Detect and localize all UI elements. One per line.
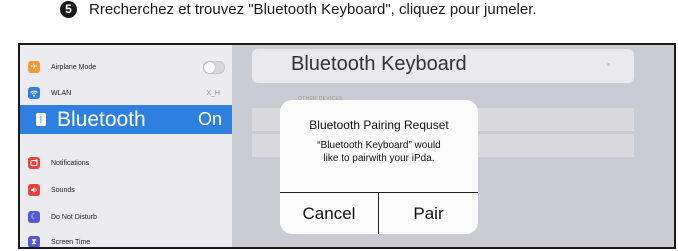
- dialog-title: Bluetooth Pairing Requset: [309, 118, 449, 132]
- dialog-message-line: like to pairwith your iPda.: [323, 153, 435, 164]
- sounds-icon: [28, 184, 40, 196]
- sidebar-item-screen-time[interactable]: ⧗ Screen Time: [20, 233, 232, 247]
- sidebar-item-sounds[interactable]: Sounds: [20, 181, 232, 199]
- dialog-message: “Bluetooth Keyboard” would like to pairw…: [280, 139, 478, 165]
- bluetooth-status-value: On: [197, 109, 222, 129]
- cancel-button[interactable]: Cancel: [280, 193, 378, 234]
- dialog-message-line: “Bluetooth Keyboard” would: [317, 140, 441, 151]
- bluetooth-icon: ᛒ: [36, 113, 46, 126]
- sidebar-item-label: Airplane Mode: [51, 63, 97, 71]
- sidebar-item-airplane-mode[interactable]: ✈ Airplane Mode: [20, 58, 232, 76]
- sidebar-item-notifications[interactable]: Notifications: [20, 154, 232, 172]
- instruction-line: 5 Rrecherchez et trouvez "Bluetooth Keyb…: [60, 0, 537, 21]
- sidebar-item-wlan[interactable]: WLAN X_H: [20, 85, 232, 101]
- instruction-text: Rrecherchez et trouvez "Bluetooth Keyboa…: [89, 0, 537, 18]
- sidebar-item-label: Sounds: [51, 186, 75, 194]
- sidebar-item-label: WLAN: [51, 89, 72, 97]
- sidebar-item-label: Screen Time: [51, 238, 91, 246]
- toggle-knob: [204, 61, 215, 73]
- wifi-icon: [28, 87, 40, 99]
- step-number-badge: 5: [60, 0, 77, 18]
- pair-button[interactable]: Pair: [379, 193, 478, 234]
- sidebar-item-bluetooth[interactable]: ᛒ Bluetooth On: [20, 105, 232, 134]
- settings-sidebar: ✈ Airplane Mode WLAN X_H ᛒ Bluetooth On …: [20, 45, 232, 247]
- device-row-bluetooth-keyboard[interactable]: Bluetooth Keyboard: [252, 49, 634, 83]
- notifications-icon: [28, 157, 40, 169]
- moon-icon: ☾: [28, 211, 40, 223]
- sidebar-item-label: Notifications: [51, 159, 90, 167]
- airplane-icon: ✈: [28, 61, 40, 73]
- chevron-icon: [607, 63, 610, 66]
- sidebar-item-label: Do Not Disturb: [51, 213, 97, 221]
- sidebar-item-label: Bluetooth: [57, 108, 146, 131]
- ipad-settings-screen: ✈ Airplane Mode WLAN X_H ᛒ Bluetooth On …: [18, 43, 676, 249]
- wlan-network-value: X_H: [206, 89, 220, 97]
- sidebar-item-do-not-disturb[interactable]: ☾ Do Not Disturb: [20, 208, 232, 226]
- airplane-mode-toggle[interactable]: [203, 60, 225, 74]
- pairing-request-dialog: Bluetooth Pairing Requset “Bluetooth Key…: [280, 100, 478, 234]
- device-name: Bluetooth Keyboard: [291, 53, 467, 75]
- hourglass-icon: ⧗: [28, 236, 40, 247]
